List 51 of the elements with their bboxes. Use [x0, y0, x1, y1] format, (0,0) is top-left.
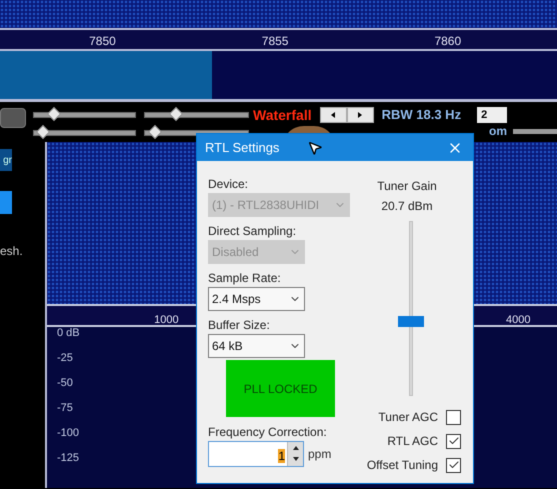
- db-label: -25: [57, 352, 73, 365]
- number-input[interactable]: 1: [208, 441, 304, 467]
- unit-label: ppm: [308, 446, 332, 463]
- checkbox-label: Offset Tuning: [366, 457, 438, 474]
- check-icon: [448, 435, 460, 447]
- checkbox-label: RTL AGC: [387, 433, 438, 450]
- db-label: -50: [57, 377, 73, 390]
- db-label: 0 dB: [57, 327, 80, 340]
- axis-label: 7855: [262, 33, 288, 50]
- mode-label: Waterfall: [253, 106, 312, 124]
- toggle-icon[interactable]: [0, 108, 26, 128]
- dropdown[interactable]: 64 kB: [208, 334, 305, 358]
- field-label: Buffer Size:: [208, 318, 270, 332]
- up-triangle-icon: [292, 446, 298, 450]
- field-label: Device:: [208, 177, 248, 191]
- axis-label: 7850: [89, 33, 116, 50]
- field-label: Frequency Correction:: [208, 425, 327, 439]
- checkbox-label: Tuner AGC: [378, 409, 438, 426]
- hint-text: esh.: [0, 243, 23, 260]
- field-label: Sample Rate:: [208, 271, 281, 285]
- pll-status: PLL LOCKED: [226, 360, 335, 417]
- field-label: Direct Sampling:: [208, 224, 296, 238]
- dialog-title: RTL Settings: [205, 138, 280, 157]
- previous-button[interactable]: [320, 107, 347, 123]
- db-label: -125: [57, 452, 80, 465]
- right-triangle-icon: [358, 112, 362, 118]
- value-field[interactable]: 2: [477, 107, 508, 123]
- db-label: -75: [57, 402, 73, 415]
- dropdown[interactable]: 2.4 Msps: [208, 287, 305, 311]
- slider[interactable]: [33, 127, 136, 139]
- slider-thumb[interactable]: [398, 316, 424, 327]
- gain-reading: 20.7 dBm: [381, 198, 433, 215]
- checkbox[interactable]: [446, 410, 461, 424]
- rbw-label: RBW 18.3 Hz: [382, 106, 462, 124]
- checkbox[interactable]: [446, 434, 461, 448]
- side-button[interactable]: gr: [0, 149, 12, 171]
- db-label: -100: [57, 427, 80, 440]
- axis-label: 7860: [434, 33, 462, 50]
- checkbox[interactable]: [446, 458, 461, 472]
- cursor-icon: [307, 140, 323, 156]
- check-icon: [448, 459, 460, 471]
- slider[interactable]: [33, 109, 136, 121]
- slider[interactable]: [144, 109, 249, 121]
- axis-label: 1000: [154, 313, 179, 328]
- zoom-label: om: [489, 123, 507, 140]
- gain-slider[interactable]: [398, 221, 424, 396]
- gain-title: Tuner Gain: [377, 178, 437, 195]
- next-button[interactable]: [346, 107, 374, 123]
- axis-label: 4000: [506, 313, 530, 328]
- down-triangle-icon: [292, 457, 298, 461]
- left-triangle-icon: [331, 112, 336, 118]
